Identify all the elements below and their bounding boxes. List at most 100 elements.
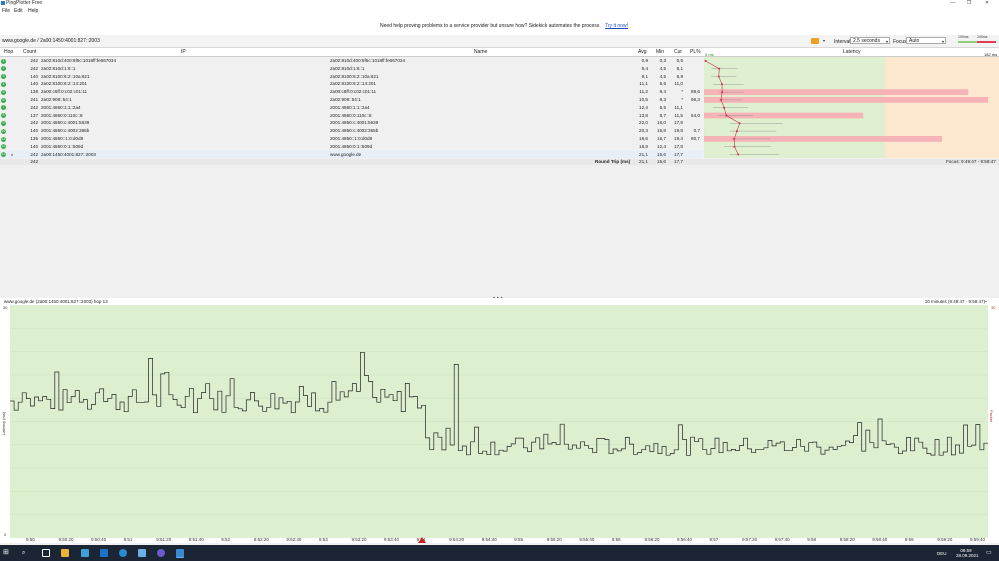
app-icon-5[interactable] — [138, 549, 146, 557]
summary-label: Round Trip (ms) — [595, 158, 631, 164]
explorer-icon[interactable] — [61, 549, 69, 557]
interval-select[interactable]: 2.5 seconds ▾ — [850, 37, 890, 44]
x-tick-label: 9:51:40 — [188, 537, 204, 542]
table-row[interactable]: 13 242 2a00:1450:4001:827::2003 www.google.… — [0, 150, 703, 159]
search-icon[interactable]: ⌕ — [22, 549, 30, 557]
minimize-button[interactable]: — — [946, 0, 960, 7]
pingplotter-taskbar-icon[interactable] — [176, 549, 184, 558]
graph-options-icon[interactable]: ⌄ — [984, 298, 988, 304]
col-cur[interactable]: Cur — [674, 49, 682, 55]
notification-icon[interactable]: ▭ — [986, 549, 994, 557]
table-row[interactable]: 1 242 2a02:810d:400:6f5c:1018ff:fe667034 2a… — [0, 57, 703, 65]
table-row[interactable]: 7 242 2001:4860:1:1::2a4 2001:4860:1:1::2a4… — [0, 104, 703, 112]
hop-pl: 96,3 — [691, 97, 700, 102]
x-tick-label: 9:56 — [611, 537, 621, 542]
task-view-icon[interactable] — [42, 549, 50, 557]
summary-min: 15,6 — [657, 158, 666, 164]
table-row[interactable]: 3 140 2a02:8100:6:2::10a:621 2a02:8100:6:2:… — [0, 73, 703, 81]
hop-status-icon: 2 — [1, 66, 6, 72]
hop-min: 12,4 — [657, 143, 666, 149]
x-tick-label: 9:54:20 — [449, 537, 465, 542]
col-ip[interactable]: IP — [181, 49, 186, 55]
tray-clock[interactable]: 09:59 28.09.2021 — [956, 548, 979, 558]
menu-help[interactable]: Help — [28, 7, 38, 15]
col-hop[interactable]: Hop — [4, 49, 13, 55]
hop-name: 2a02:810d:1:6::1 — [330, 65, 365, 71]
hop-avg: 20,3 — [639, 128, 648, 134]
menu-file[interactable]: File — [2, 7, 10, 15]
app-icon-2[interactable] — [81, 549, 89, 557]
hop-name: 2001:4860:0:1::509d — [330, 143, 373, 149]
close-button[interactable]: ✕ — [980, 0, 994, 7]
banner-text-wrap: Need help proving problems to a service … — [380, 23, 628, 29]
maximize-button[interactable]: ❐ — [962, 0, 976, 7]
app-icon-3[interactable] — [100, 549, 108, 557]
discord-icon[interactable] — [157, 549, 165, 557]
hop-min: 5,5 — [659, 104, 666, 110]
col-pl[interactable]: PL% — [690, 49, 701, 55]
start-icon[interactable]: ⊞ — [3, 549, 11, 557]
latency-scale: 100ms 200ms — [958, 35, 996, 43]
table-row[interactable]: 8 137 2001:4860:0:110c::8 2001:4860:0:110c:… — [0, 112, 703, 120]
hop-min: 8,7 — [659, 112, 666, 118]
hop-status-icon: 4 — [1, 81, 6, 87]
x-tick-label: 9:54:40 — [481, 537, 497, 542]
col-avg[interactable]: Avg — [638, 49, 647, 55]
edge-icon[interactable] — [119, 549, 127, 557]
hop-min: 5,6 — [659, 81, 666, 87]
hop-min: 16,7 — [657, 136, 666, 141]
table-row[interactable]: 12 140 2001:4860:0:1::509d 2001:4860:0:1::5… — [0, 143, 703, 151]
hop-status-icon: 1 — [1, 58, 6, 64]
pause-dropdown-icon[interactable]: ▾ — [821, 38, 827, 44]
hop-status-icon: 3 — [1, 74, 6, 80]
y-left-top: 30 — [3, 305, 8, 310]
hop-ip: 2001:4860:c:4002:365b — [41, 128, 90, 134]
window-title: PingPlotter Free — [6, 0, 43, 6]
hop-table-header: Hop Count IP Name Avg Min Cur PL% Latenc… — [0, 48, 999, 57]
graph-range: 10 minutes (9:49:47 - 9:59:47) — [924, 299, 985, 304]
table-row[interactable]: 5 138 2a00:c6ff:0:c02:c01:11 2a00:c6ff:0:c0… — [0, 88, 703, 96]
hop-ip: 2001:4860:1:1::2a4 — [41, 104, 81, 110]
col-min[interactable]: Min — [656, 49, 664, 55]
banner-link[interactable]: Try it now! — [605, 23, 628, 29]
app-icon — [1, 1, 5, 5]
table-row[interactable]: 11 135 2001:4860::1:0:d0d8 2001:4860::1:0:d… — [0, 135, 703, 143]
x-tick-label: 9:58:40 — [872, 537, 888, 542]
scale-200-label: 200ms — [977, 35, 988, 39]
table-row[interactable]: 10 140 2001:4860:c:4002:365b 2001:4860:c:40… — [0, 127, 703, 135]
menu-bar: File Edit Help — [0, 7, 999, 15]
pause-button[interactable] — [811, 38, 819, 44]
hop-count: 242 — [30, 120, 38, 126]
col-count[interactable]: Count — [23, 49, 36, 55]
hop-ip: 2001:4860::1:0:d0d8 — [41, 136, 84, 141]
table-row[interactable]: 9 242 2001:4860:c:4001:5639 2001:4860:c:400… — [0, 119, 703, 127]
table-row[interactable]: 6 241 2a02:908::54:1 2a02:908::54:1 10,5 9,3 *… — [0, 96, 703, 104]
time-marker-icon[interactable] — [418, 537, 426, 543]
hop-count: 135 — [30, 136, 38, 141]
hop-ip: 2001:4860:c:4001:5639 — [41, 120, 90, 126]
table-row[interactable]: 4 140 2a02:8100:6:2::14:201 2a02:8100:6:2::… — [0, 80, 703, 88]
hop-cur: 17,8 — [674, 143, 683, 149]
tray-language[interactable]: DEU — [937, 551, 947, 556]
col-name[interactable]: Name — [474, 49, 487, 55]
hop-min: 0,3 — [659, 58, 666, 63]
col-latency[interactable]: Latency — [843, 49, 861, 55]
graph-plot-area[interactable] — [10, 305, 988, 538]
taskbar: ⊞ ⌕ DEU 09:59 28.09.2021 ▭ — [0, 545, 999, 561]
x-tick-label: 9:57:40 — [774, 537, 790, 542]
hop-cur: 11,1 — [674, 104, 683, 110]
focus-range: Focus: 9:49:47 - 9:59:47 — [946, 158, 996, 164]
hop-cur: 19,8 — [674, 128, 683, 134]
hop-min: 4,5 — [659, 65, 666, 71]
focus-label: Focus — [893, 39, 907, 45]
packet-loss-bar — [704, 97, 989, 103]
table-row[interactable]: 2 242 2a02:810d:1:6::1 2a02:810d:1:6::1 9,4 4… — [0, 65, 703, 73]
hop-avg: 10,5 — [639, 97, 648, 102]
tray-date: 28.09.2021 — [956, 553, 979, 558]
hop-avg: 13,8 — [639, 112, 648, 118]
x-tick-label: 9:55:20 — [546, 537, 562, 542]
chevron-down-icon: ▾ — [941, 39, 944, 44]
menu-edit[interactable]: Edit — [14, 7, 23, 15]
focus-select[interactable]: Auto ▾ — [906, 37, 946, 44]
chevron-down-icon: ▾ — [885, 39, 888, 44]
